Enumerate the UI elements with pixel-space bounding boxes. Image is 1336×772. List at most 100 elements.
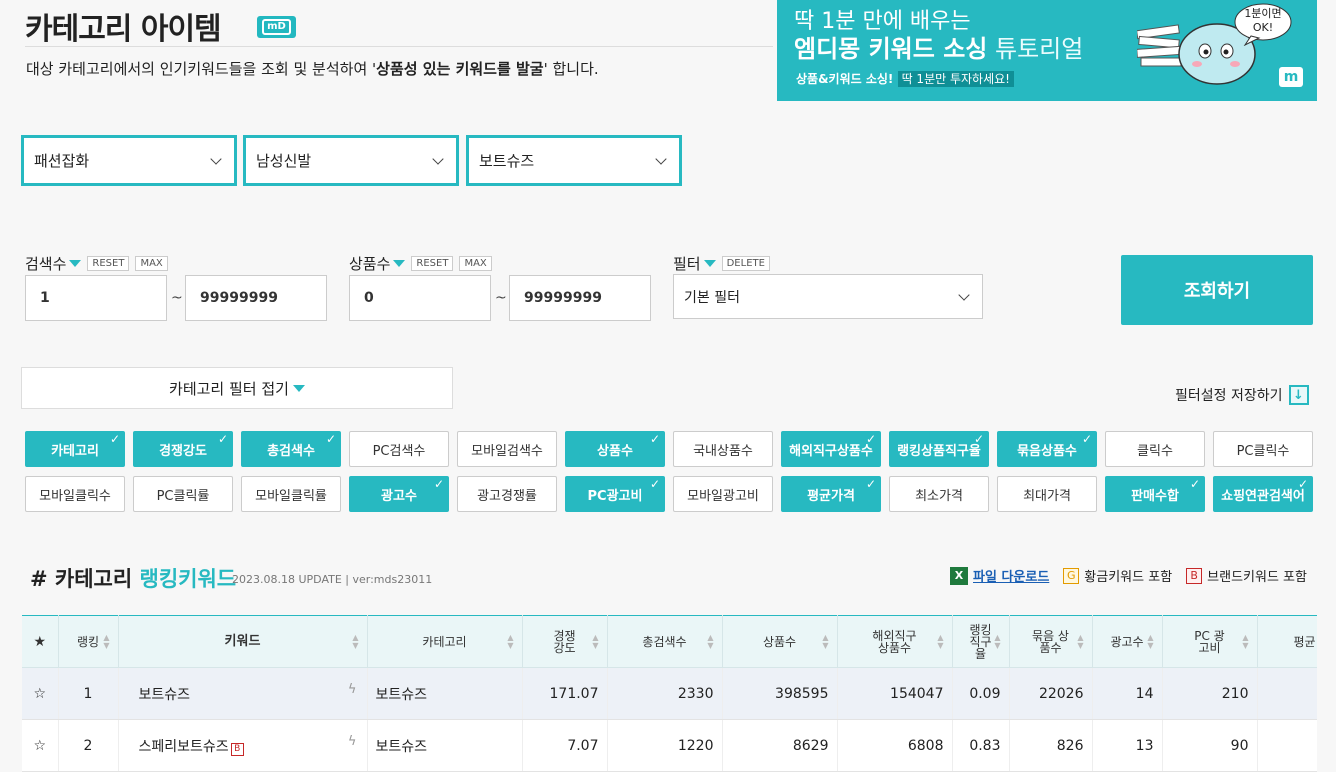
column-header[interactable]: 광고수 ▲ ▼ <box>1092 615 1163 668</box>
filter-delete-button[interactable]: DELETE <box>721 256 770 271</box>
star-toggle[interactable]: ☆ <box>22 667 59 720</box>
column-header[interactable]: 랭킹 ▲ ▼ <box>58 615 119 668</box>
banner-line2: 엠디몽 키워드 소싱 튜토리얼 <box>794 35 1084 63</box>
sort-icon: ▲ ▼ <box>1242 632 1249 650</box>
sort-icon: ▲ ▼ <box>352 632 359 650</box>
chevron-down-icon <box>210 152 222 165</box>
search-max-button[interactable]: MAX <box>135 256 168 271</box>
chevron-down-icon <box>432 152 444 165</box>
sort-icon: ▲ ▼ <box>103 632 110 650</box>
search-reset-button[interactable]: RESET <box>87 256 130 271</box>
save-filter-button[interactable]: 필터설정 저장하기 ↓ <box>1175 385 1309 405</box>
search-button[interactable]: 조회하기 <box>1121 255 1313 325</box>
banner-line3: 상품&키워드 소싱! 딱 1분만 투자하세요! <box>796 70 1014 87</box>
golden-keyword-toggle[interactable]: G 황금키워드 포함 <box>1063 566 1172 585</box>
column-toggle[interactable]: 묶음상품수 <box>997 431 1097 467</box>
column-header[interactable]: 상품수 ▲ ▼ <box>722 615 838 668</box>
category-select-3[interactable]: 보트슈즈 <box>466 135 682 186</box>
column-toggle[interactable]: PC클릭수 <box>1213 431 1313 467</box>
md-badge: mD <box>257 16 296 38</box>
column-toggle[interactable]: 판매수합 <box>1105 476 1205 512</box>
column-toggle[interactable]: 쇼핑연관검색어 <box>1213 476 1313 512</box>
table-row[interactable]: ☆ 1 보트슈즈 ϟ 보트슈즈 171.07 2330 398595 154047… <box>22 667 1317 720</box>
page-title: 카테고리 아이템 <box>25 12 222 47</box>
column-toggle[interactable]: 랭킹상품직구율 <box>889 431 989 467</box>
product-max-button[interactable]: MAX <box>459 256 492 271</box>
triangle-down-icon[interactable] <box>393 260 406 267</box>
column-toggle[interactable]: 총검색수 <box>241 431 341 467</box>
collapse-category-filter-button[interactable]: 카테고리 필터 접기 <box>21 367 453 409</box>
column-toggle[interactable]: PC검색수 <box>349 431 449 467</box>
column-toggle[interactable]: 평균가격 <box>781 476 881 512</box>
column-header[interactable]: 키워드 ▲ ▼ <box>118 615 368 668</box>
column-header[interactable]: PC 광고비 ▲ ▼ <box>1162 615 1258 668</box>
column-toggle[interactable]: PC광고비 <box>565 476 665 512</box>
column-toggle[interactable]: 모바일광고비 <box>673 476 773 512</box>
column-header[interactable]: 경쟁 강도 ▲ ▼ <box>522 615 608 668</box>
brand-keyword-toggle[interactable]: B 브랜드키워드 포함 <box>1186 566 1307 585</box>
triangle-down-icon <box>292 384 305 392</box>
download-bar: X 파일 다운로드 G 황금키워드 포함 B 브랜드키워드 포함 <box>950 566 1307 585</box>
table-header-row: ★ 랭킹 ▲ ▼ 키워드 ▲ ▼ 카테고리 ▲ ▼ 경쟁 강도 ▲ ▼ 총검색수 ▲ ▼ 상품수 ▲ ▼… <box>22 615 1317 668</box>
lightning-icon[interactable]: ϟ <box>348 682 357 697</box>
column-toggle[interactable]: 경쟁강도 <box>133 431 233 467</box>
column-toggle[interactable]: 해외직구상품수 <box>781 431 881 467</box>
product-count-label: 상품수 RESET MAX <box>349 253 492 274</box>
filter-label: 필터 DELETE <box>673 253 770 274</box>
range-separator: ~ <box>171 290 183 306</box>
column-header[interactable]: 카테고리 ▲ ▼ <box>367 615 523 668</box>
keyword-ranking-table: ★ 랭킹 ▲ ▼ 키워드 ▲ ▼ 카테고리 ▲ ▼ 경쟁 강도 ▲ ▼ 총검색수 ▲ ▼ 상품수 ▲ ▼… <box>22 615 1317 772</box>
chevron-down-icon <box>655 152 667 165</box>
chevron-down-icon <box>958 288 970 301</box>
column-header[interactable]: 랭킹 직구율 ▲ ▼ <box>952 615 1010 668</box>
sort-icon: ▲ ▼ <box>707 632 714 650</box>
column-header[interactable]: 평균 <box>1257 615 1317 668</box>
product-reset-button[interactable]: RESET <box>411 256 454 271</box>
star-outline-icon: ☆ <box>33 685 47 702</box>
category-select-2[interactable]: 남성신발 <box>243 135 459 186</box>
sort-icon: ▲ ▼ <box>592 632 599 650</box>
column-toggle[interactable]: 최대가격 <box>997 476 1097 512</box>
sort-icon: ▲ ▼ <box>507 632 514 650</box>
search-count-label: 검색수 RESET MAX <box>25 253 168 274</box>
column-toggle[interactable]: 광고경쟁률 <box>457 476 557 512</box>
sort-icon: ▲ ▼ <box>937 632 944 650</box>
product-max-input[interactable]: 99999999 <box>509 275 651 321</box>
lightning-icon[interactable]: ϟ <box>348 734 357 749</box>
mdmong-logo: m <box>1279 67 1303 87</box>
triangle-down-icon[interactable] <box>69 260 82 267</box>
search-max-input[interactable]: 99999999 <box>185 275 327 321</box>
search-min-input[interactable]: 1 <box>25 275 167 321</box>
keyword-cell[interactable]: 보트슈즈 ϟ <box>118 667 368 720</box>
sort-icon: ▲ ▼ <box>1077 632 1084 650</box>
file-download-link[interactable]: X 파일 다운로드 <box>950 566 1049 585</box>
column-toggle[interactable]: 클릭수 <box>1105 431 1205 467</box>
product-min-input[interactable]: 0 <box>349 275 491 321</box>
column-toggle[interactable]: 모바일클릭률 <box>241 476 341 512</box>
triangle-down-icon[interactable] <box>703 260 716 267</box>
download-icon: ↓ <box>1288 385 1309 405</box>
column-header[interactable]: 묶음 상품수 ▲ ▼ <box>1009 615 1093 668</box>
title-divider <box>25 46 773 47</box>
column-toggle[interactable]: 국내상품수 <box>673 431 773 467</box>
column-toggle-grid: 카테고리경쟁강도총검색수PC검색수모바일검색수상품수국내상품수해외직구상품수랭킹… <box>25 431 1315 512</box>
column-toggle[interactable]: 광고수 <box>349 476 449 512</box>
column-toggle[interactable]: PC클릭률 <box>133 476 233 512</box>
tutorial-banner[interactable]: 딱 1분 만에 배우는 엠디몽 키워드 소싱 튜토리얼 상품&키워드 소싱! 딱… <box>777 0 1317 101</box>
column-toggle[interactable]: 모바일검색수 <box>457 431 557 467</box>
column-toggle[interactable]: 상품수 <box>565 431 665 467</box>
column-toggle[interactable]: 모바일클릭수 <box>25 476 125 512</box>
brand-keyword-icon: B <box>230 742 244 756</box>
column-toggle[interactable]: 카테고리 <box>25 431 125 467</box>
range-separator: ~ <box>495 290 507 306</box>
excel-icon: X <box>950 566 968 585</box>
column-toggle[interactable]: 최소가격 <box>889 476 989 512</box>
star-column-header[interactable]: ★ <box>22 615 59 668</box>
brand-keyword-icon: B <box>1186 567 1203 584</box>
category-select-1[interactable]: 패션잡화 <box>21 135 237 186</box>
column-header[interactable]: 총검색수 ▲ ▼ <box>607 615 723 668</box>
bubble-text: 1분이면 OK! <box>1244 7 1282 34</box>
column-header[interactable]: 해외직구 상품수 ▲ ▼ <box>837 615 953 668</box>
section-title: # 카테고리 랭킹키워드 <box>30 567 237 591</box>
filter-select[interactable]: 기본 필터 <box>673 274 983 319</box>
